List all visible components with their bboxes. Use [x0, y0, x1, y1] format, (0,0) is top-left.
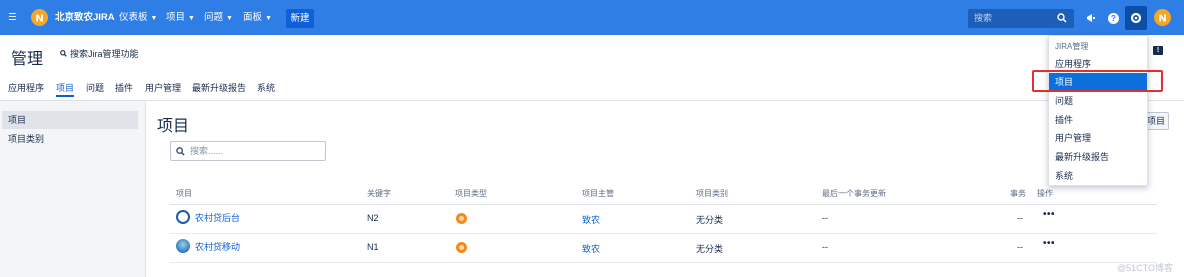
project-category: 无分类	[696, 215, 724, 225]
tab-addons[interactable]: 插件	[115, 81, 133, 94]
menu-projects[interactable]: 项目 ▼	[166, 0, 195, 35]
svg-text:N: N	[35, 14, 43, 25]
more-actions-icon[interactable]: •••	[1043, 238, 1055, 249]
table-row-project-link[interactable]: 农村贷后台	[176, 210, 240, 224]
tab-user-management[interactable]: 用户管理	[145, 81, 181, 94]
project-search-placeholder: 搜索......	[190, 146, 224, 156]
admin-search-link[interactable]: 搜索Jira管理功能	[60, 47, 139, 60]
help-icon[interactable]: ?	[1108, 12, 1119, 24]
menu-boards-label: 面板	[243, 12, 263, 23]
main-title: 项目	[157, 118, 190, 135]
tab-issues[interactable]: 问题	[86, 81, 104, 94]
dropdown-item-upgrade-report[interactable]: 最新升级报告	[1049, 148, 1147, 166]
menu-dashboards-label: 仪表板	[119, 12, 148, 23]
software-type-icon	[456, 242, 467, 253]
avatar[interactable]: N	[1154, 9, 1171, 26]
column-header-project[interactable]: 项目	[176, 188, 192, 199]
dropdown-item-addons[interactable]: 插件	[1049, 111, 1147, 129]
admin-search-label: 搜索Jira管理功能	[70, 49, 139, 59]
dropdown-item-system[interactable]: 系统	[1049, 167, 1147, 185]
menu-dashboards[interactable]: 仪表板 ▼	[119, 0, 157, 35]
tab-projects[interactable]: 项目	[56, 81, 75, 97]
issue-count: --	[1017, 213, 1023, 223]
last-issue-update: --	[822, 242, 828, 252]
column-header-actions: 操作	[1037, 189, 1053, 198]
column-header-key[interactable]: 关键字	[367, 188, 391, 199]
project-avatar	[176, 239, 190, 253]
tab-upgrade-report[interactable]: 最新升级报告	[192, 81, 246, 94]
menu-icon[interactable]: ☰	[8, 0, 17, 35]
search-icon	[60, 50, 67, 57]
sidebar: 项目 项目类别	[0, 101, 146, 277]
jira-logo-icon[interactable]: N	[31, 9, 48, 26]
megaphone-icon[interactable]	[1083, 10, 1099, 26]
project-key: N1	[367, 242, 379, 252]
project-avatar	[176, 210, 190, 224]
global-search-input[interactable]: 搜索	[968, 9, 1074, 28]
search-icon	[1057, 13, 1067, 23]
project-category: 无分类	[696, 244, 724, 254]
software-type-icon	[456, 213, 467, 224]
site-brand[interactable]: 北京致农JIRA	[55, 0, 115, 35]
row-divider	[170, 262, 1157, 263]
dropdown-item-user-management[interactable]: 用户管理	[1049, 129, 1147, 147]
chevron-down-icon: ▼	[150, 15, 158, 22]
tab-system[interactable]: 系统	[257, 81, 275, 94]
table-header-divider	[170, 204, 1157, 205]
search-icon	[176, 147, 185, 156]
project-key: N2	[367, 213, 379, 223]
top-navigation-bar: ☰ N 北京致农JIRA 仪表板 ▼ 项目 ▼ 问题 ▼ 面板 ▼ 新建 搜索 ? N	[0, 0, 1184, 35]
create-button[interactable]: 新建	[286, 9, 314, 28]
gear-icon	[1130, 12, 1142, 24]
feedback-icon[interactable]: !	[1153, 46, 1163, 55]
menu-issues[interactable]: 问题 ▼	[204, 0, 233, 35]
dropdown-item-issues[interactable]: 问题	[1049, 92, 1147, 110]
menu-boards[interactable]: 面板 ▼	[243, 0, 272, 35]
table-row-project-link[interactable]: 农村贷移动	[176, 239, 240, 253]
column-header-last-update: 最后一个事务更新	[822, 189, 886, 198]
highlight-annotation-box	[1032, 70, 1163, 92]
row-divider	[170, 233, 1157, 234]
page-title: 管理	[11, 51, 44, 68]
column-header-category: 项目类别	[696, 189, 728, 198]
project-search-input[interactable]: 搜索......	[170, 141, 326, 161]
dropdown-section-title: JIRA管理	[1055, 42, 1089, 51]
watermark: @51CTO博客	[1117, 263, 1173, 273]
chevron-down-icon: ▼	[226, 15, 233, 22]
column-header-type: 项目类型	[455, 189, 487, 198]
project-name: 农村贷后台	[195, 212, 241, 223]
chevron-down-icon: ▼	[188, 15, 195, 22]
svg-text:N: N	[1158, 14, 1166, 25]
admin-gear-button[interactable]	[1125, 6, 1147, 30]
project-name: 农村贷移动	[195, 241, 241, 252]
more-actions-icon[interactable]: •••	[1043, 209, 1055, 220]
menu-projects-label: 项目	[166, 12, 186, 23]
issue-count: --	[1017, 242, 1023, 252]
tab-applications[interactable]: 应用程序	[8, 81, 44, 94]
sidebar-item-projects[interactable]: 项目	[2, 111, 138, 129]
column-header-lead: 项目主管	[582, 189, 614, 198]
admin-dropdown-menu: JIRA管理 应用程序 项目 问题 插件 用户管理 最新升级报告 系统	[1048, 35, 1148, 186]
project-lead-link[interactable]: 致农	[582, 213, 600, 226]
last-issue-update: --	[822, 213, 828, 223]
global-search-placeholder: 搜索	[974, 13, 993, 23]
sidebar-item-project-categories[interactable]: 项目类别	[2, 130, 138, 148]
project-lead-link[interactable]: 致农	[582, 242, 600, 255]
header-divider	[0, 100, 1184, 101]
column-header-issues: 事务	[1010, 189, 1026, 198]
chevron-down-icon: ▼	[265, 15, 272, 22]
menu-issues-label: 问题	[204, 12, 224, 23]
